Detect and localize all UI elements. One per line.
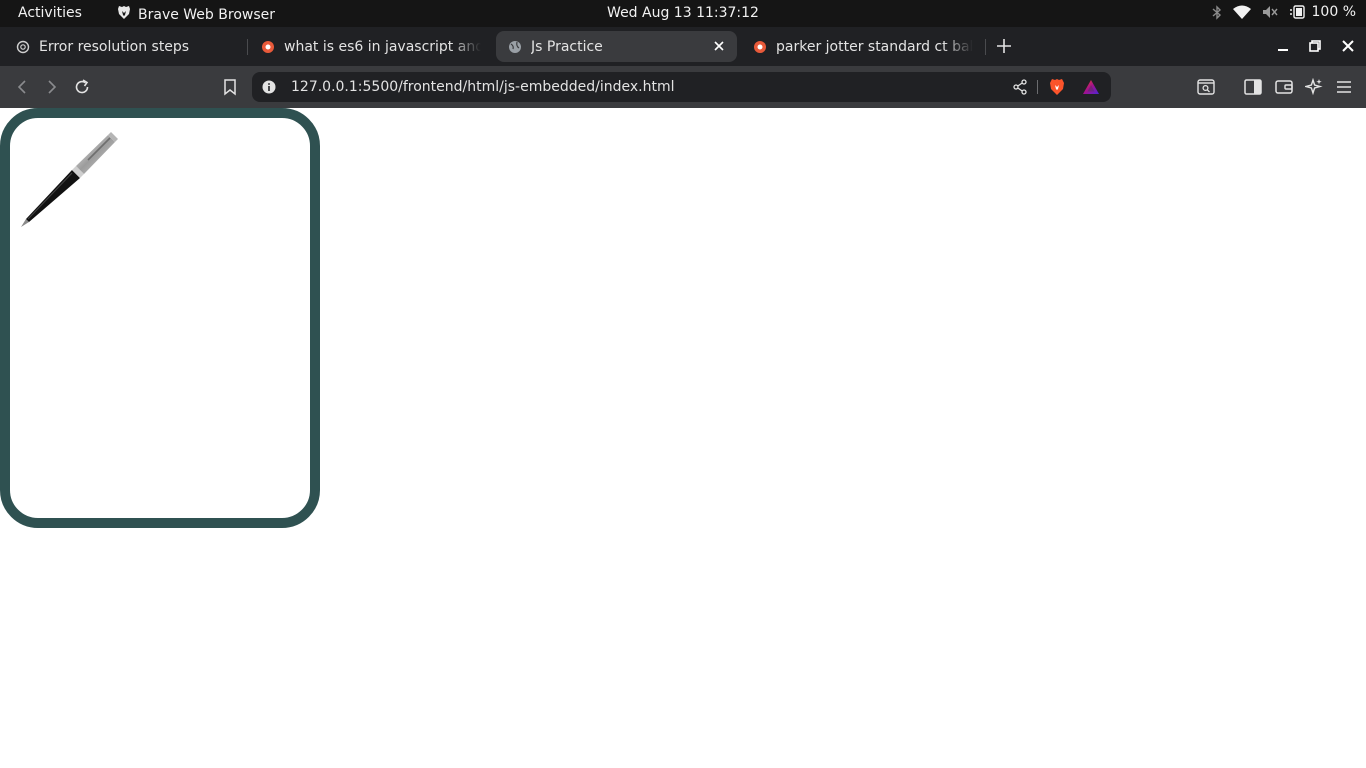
address-bar[interactable]: 127.0.0.1:5500/frontend/html/js-embedded… xyxy=(252,72,1111,102)
brave-search-icon xyxy=(261,40,275,54)
close-tab-icon[interactable] xyxy=(711,38,727,54)
globe-icon xyxy=(508,40,522,54)
tab-separator xyxy=(247,39,248,55)
leo-ai-icon[interactable] xyxy=(1303,76,1325,98)
tab-error-resolution[interactable]: Error resolution steps xyxy=(16,31,241,62)
app-menu[interactable]: Brave Web Browser xyxy=(117,5,275,24)
brave-search-icon xyxy=(753,40,767,54)
system-tray[interactable]: 100 % xyxy=(1212,4,1356,20)
reload-icon[interactable] xyxy=(71,76,93,98)
openai-icon xyxy=(16,40,30,54)
tab-title-fade xyxy=(451,31,481,62)
activities-button[interactable]: Activities xyxy=(18,5,82,21)
page-content xyxy=(0,108,1366,768)
system-top-bar: Activities Brave Web Browser Wed Aug 13 … xyxy=(0,0,1366,27)
bookmark-icon[interactable] xyxy=(219,76,241,98)
tab-search-icon[interactable] xyxy=(1195,76,1217,98)
forward-icon[interactable] xyxy=(41,76,63,98)
volume-muted-icon xyxy=(1262,5,1278,19)
parker-jotter-pen-image xyxy=(21,132,118,227)
main-menu-icon[interactable] xyxy=(1333,76,1355,98)
clock-label[interactable]: Wed Aug 13 11:37:12 xyxy=(607,5,759,21)
tab-title-fade xyxy=(943,31,973,62)
close-window-icon[interactable] xyxy=(1340,38,1356,54)
browser-toolbar: 127.0.0.1:5500/frontend/html/js-embedded… xyxy=(0,66,1366,108)
url-text[interactable]: 127.0.0.1:5500/frontend/html/js-embedded… xyxy=(291,79,674,95)
brave-rewards-icon[interactable] xyxy=(1082,79,1100,95)
battery-icon xyxy=(1289,5,1307,19)
app-name-label: Brave Web Browser xyxy=(138,6,275,23)
tab-title: Js Practice xyxy=(531,38,603,55)
site-info-icon[interactable] xyxy=(262,80,276,94)
tab-title: Error resolution steps xyxy=(39,38,190,55)
sidebar-toggle-icon[interactable] xyxy=(1242,76,1264,98)
back-icon[interactable] xyxy=(11,76,33,98)
wallet-icon[interactable] xyxy=(1273,76,1295,98)
new-tab-plus-icon[interactable] xyxy=(994,36,1014,56)
share-icon[interactable] xyxy=(1012,79,1028,95)
restore-icon[interactable] xyxy=(1307,38,1323,54)
brave-lion-icon xyxy=(117,5,131,24)
tab-separator xyxy=(985,39,986,55)
brave-shields-icon[interactable] xyxy=(1048,78,1066,96)
wifi-icon xyxy=(1232,5,1251,19)
tab-parker-jotter-search[interactable]: parker jotter standard ct ball xyxy=(753,31,973,62)
bluetooth-icon xyxy=(1212,4,1222,20)
product-card xyxy=(0,108,320,528)
battery-percent: 100 % xyxy=(1311,4,1356,20)
address-bar-divider xyxy=(1037,80,1038,94)
tab-es6-search[interactable]: what is es6 in javascript and h xyxy=(261,31,481,62)
minimize-icon[interactable] xyxy=(1275,38,1291,54)
tab-strip: Error resolution steps what is es6 in ja… xyxy=(0,27,1366,66)
tab-js-practice[interactable]: Js Practice xyxy=(496,31,737,62)
